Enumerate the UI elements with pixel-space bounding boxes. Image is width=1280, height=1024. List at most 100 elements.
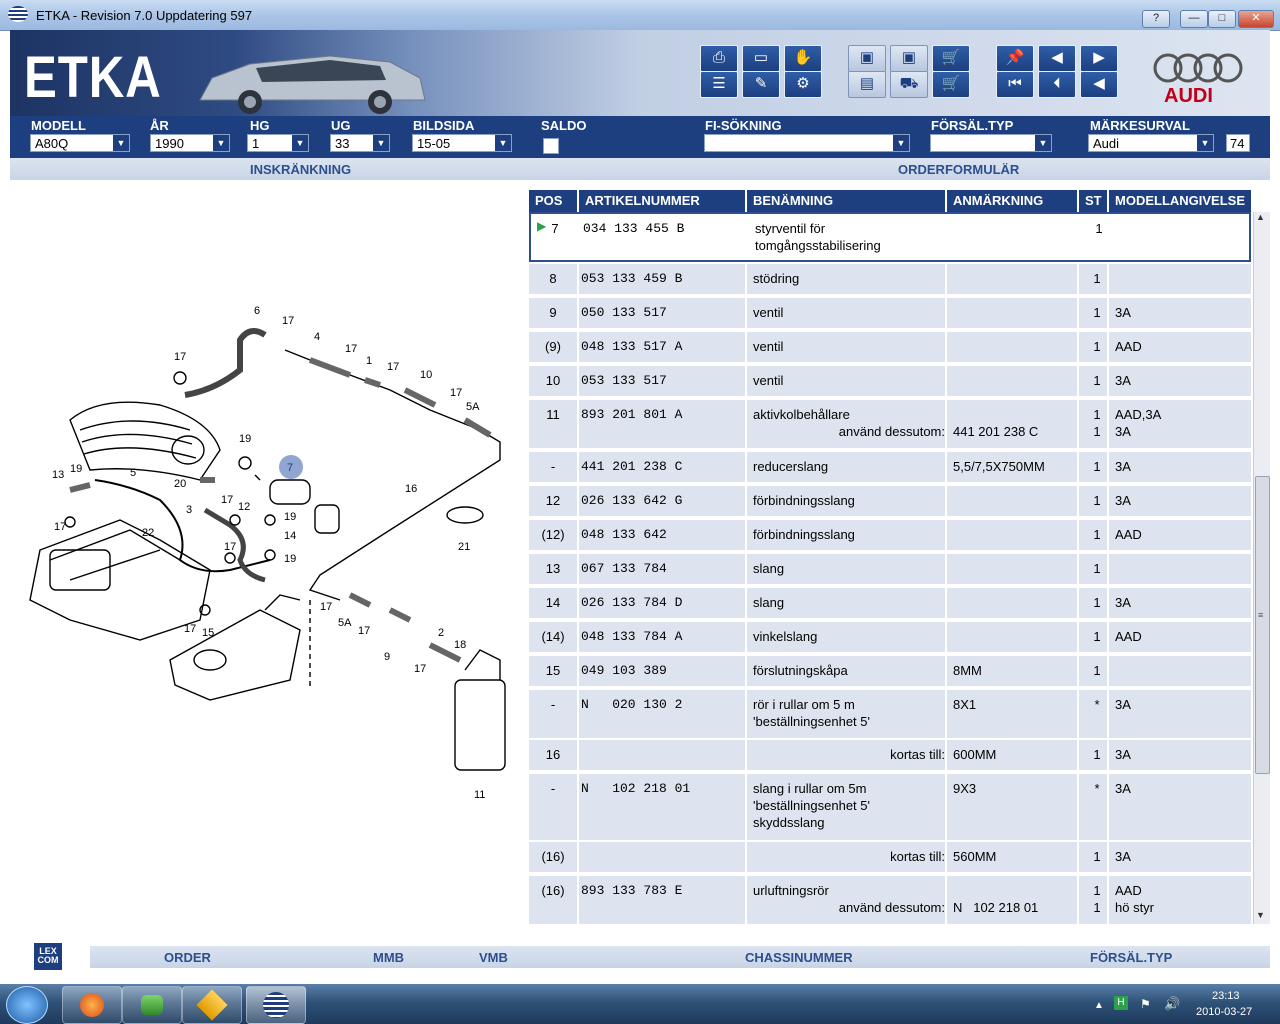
callout-7[interactable]: 7 [287,462,293,474]
cell-artikelnummer: 026 133 784 D [581,595,683,610]
chevron-down-icon[interactable]: ▼ [1197,135,1213,151]
tray-app-icon[interactable]: H [1114,996,1128,1010]
orderformular-link[interactable]: ORDERFORMULÄR [898,162,1019,177]
cell-pos: 12 [545,493,561,508]
depot-icon[interactable]: ▣ [890,45,928,72]
col-pos-header[interactable]: POS [529,190,579,212]
close-button[interactable]: ✕ [1238,10,1274,28]
lightning-app-icon[interactable] [182,986,242,1024]
scroll-up-icon[interactable]: ▲ [1256,212,1265,222]
saldo-checkbox[interactable] [543,138,559,154]
table-row[interactable]: 13 067 133 784 slang 1 [529,554,1251,586]
marke-count: 74 [1226,134,1250,152]
cell-st: 1 [1093,883,1101,898]
table-row[interactable]: (16) kortas till: 560MM 1 3A [529,842,1251,874]
minimize-button[interactable]: — [1180,10,1208,28]
forsal-select[interactable] [930,134,1052,152]
marke-label: MÄRKESURVAL [1090,118,1190,133]
table-row[interactable]: 11 893 201 801 Aaktivkolbehållare använd d… [529,400,1251,450]
cell-st: 1 [1093,595,1101,610]
cart-add-icon[interactable]: 🛒 [932,71,970,98]
back-icon[interactable]: ◀ [1080,71,1118,98]
table-row[interactable]: - N 102 218 01 slang i rullar om 5m 'bestä… [529,774,1251,842]
order-link[interactable]: ORDER [164,950,211,965]
table-row[interactable]: (12) 048 133 642 förbindningsslang 1 AAD [529,520,1251,552]
table-row[interactable]: - 441 201 238 C reducerslang 5,5/7,5X750MM 1… [529,452,1251,484]
page-back-icon[interactable]: ◀ [1038,45,1076,72]
elsa-icon[interactable]: ▣ [848,45,886,72]
forsal-typ-link[interactable]: FÖRSÄL.TYP [1090,950,1172,965]
table-row[interactable]: 8 053 133 459 B stödring 1 [529,264,1251,296]
chevron-down-icon[interactable]: ▼ [213,135,229,151]
window-icon[interactable]: ▭ [742,45,780,72]
table-row[interactable]: 14 026 133 784 D slang 1 3A [529,588,1251,620]
tray-network-icon[interactable]: ⚑ [1140,997,1151,1011]
start-button[interactable] [6,986,48,1024]
chevron-down-icon[interactable]: ▼ [893,135,909,151]
vmb-link[interactable]: VMB [479,950,508,965]
marke-select[interactable]: Audi [1088,134,1214,152]
col-benamning-header[interactable]: BENÄMNING [747,190,947,212]
clock-time[interactable]: 23:13 [1212,990,1240,1002]
clock-date[interactable]: 2010-03-27 [1196,1006,1252,1018]
cell-benamning-note: använd dessutom: [838,900,945,915]
table-row[interactable]: 10 053 133 517 ventil 1 3A [529,366,1251,398]
cell-st-2: 1 [1093,424,1101,439]
cell-pos: 13 [545,561,561,576]
chevron-down-icon[interactable]: ▼ [373,135,389,151]
cell-modellangivelse: 3A [1115,305,1131,320]
table-row[interactable]: 16 kortas till: 600MM 1 3A [529,740,1251,772]
first-icon[interactable]: ⏮ [996,71,1034,98]
cell-st: 1 [1093,493,1101,508]
table-row[interactable]: 15 049 103 389 förslutningskåpa 8MM 1 [529,656,1251,688]
table-row[interactable]: (14) 048 133 784 A vinkelslang 1 AAD [529,622,1251,654]
table-row[interactable]: - N 020 130 2 rör i rullar om 5 m 'beställ… [529,690,1251,740]
list-icon[interactable]: ☰ [700,71,738,98]
col-anmarkning-header[interactable]: ANMÄRKNING [947,190,1079,212]
cell-benamning: stödring [753,271,800,286]
parts-diagram[interactable]: 6 17 4 17 1 17 10 17 5A 17 19 13 19 5 20… [10,180,528,940]
help-button[interactable]: ? [1142,10,1170,28]
table-row[interactable]: (9) 048 133 517 A ventil 1 AAD [529,332,1251,364]
handshake-icon[interactable]: ✋ [784,45,822,72]
mmb-link[interactable]: MMB [373,950,404,965]
col-st-header[interactable]: ST [1079,190,1109,212]
fi-search-select[interactable] [704,134,910,152]
inskrankning-link[interactable]: INSKRÄNKNING [250,162,351,177]
ug-label: UG [331,118,351,133]
firefox-icon[interactable] [62,986,122,1024]
cell-modellangivelse: 3A [1115,373,1131,388]
table-row[interactable]: 12 026 133 642 G förbindningsslang 1 3A [529,486,1251,518]
scroll-down-icon[interactable]: ▼ [1256,910,1265,920]
previous-icon[interactable]: ⏴ [1038,71,1076,98]
page-forward-icon[interactable]: ▶ [1080,45,1118,72]
table-row[interactable]: (16) 893 133 783 E urluftningsrör använd de… [529,876,1251,926]
col-modellangivelse-header[interactable]: MODELLANGIVELSE [1109,190,1251,212]
callout-17: 17 [282,315,294,327]
tray-arrow-icon[interactable]: ▲ [1094,1000,1104,1011]
print-icon[interactable]: ⎙ [700,45,738,72]
scroll-thumb[interactable] [1255,476,1270,774]
cart-icon[interactable]: 🛒 [932,45,970,72]
chevron-down-icon[interactable]: ▼ [113,135,129,151]
table-row[interactable]: 9 050 133 517 ventil 1 3A [529,298,1251,330]
tools-icon[interactable]: ⚙ [784,71,822,98]
tray-volume-icon[interactable]: 🔊 [1164,996,1180,1012]
table-scrollbar[interactable]: ▲ ≡ ▼ [1253,212,1270,924]
callout-19: 19 [284,553,296,565]
pencil-icon[interactable]: ✎ [742,71,780,98]
cell-benamning: urluftningsrör [753,883,829,898]
chevron-down-icon[interactable]: ▼ [1035,135,1051,151]
chassinummer-link[interactable]: CHASSINUMMER [745,950,853,965]
maximize-button[interactable]: □ [1208,10,1236,28]
table-row[interactable]: 7 034 133 455 Bstyrventil för tomgångssta… [529,212,1251,262]
callout-6: 6 [254,305,260,317]
etka-taskbar-icon[interactable] [246,986,306,1024]
messenger-icon[interactable] [122,986,182,1024]
monitor-icon[interactable]: ▤ [848,71,886,98]
chevron-down-icon[interactable]: ▼ [292,135,308,151]
car-service-icon[interactable]: ⛟ [890,71,928,98]
pin-icon[interactable]: 📌 [996,45,1034,72]
col-artikelnummer-header[interactable]: ARTIKELNUMMER [579,190,747,212]
chevron-down-icon[interactable]: ▼ [495,135,511,151]
